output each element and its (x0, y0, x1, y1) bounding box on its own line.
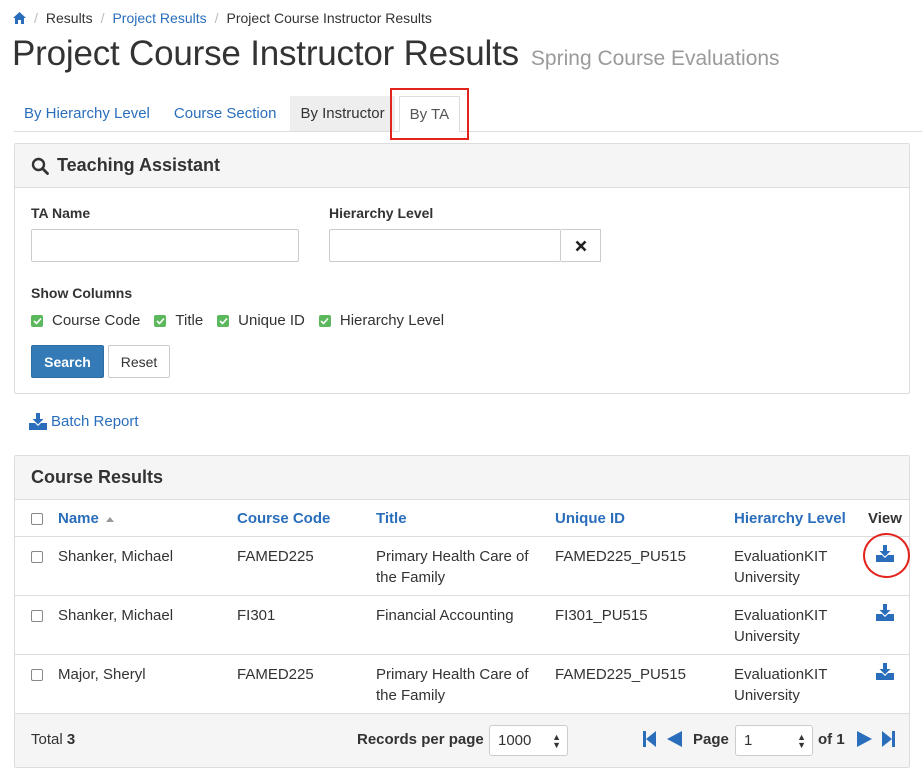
last-page-icon[interactable] (882, 731, 895, 747)
select-all-checkbox[interactable] (31, 513, 43, 525)
reset-button[interactable]: Reset (108, 345, 170, 378)
breadcrumb-separator: / (214, 10, 219, 26)
cell-course-code: FI301 (237, 607, 276, 624)
records-per-page-select[interactable]: 1000 ▲ ▼ (489, 725, 568, 756)
page-select[interactable]: 1 ▲ ▼ (735, 725, 813, 756)
batch-report-link[interactable]: Batch Report (29, 413, 139, 430)
checkbox-checked-icon (154, 314, 167, 327)
tab-by-hierarchy-level[interactable]: By Hierarchy Level (14, 96, 160, 131)
next-page-icon[interactable] (857, 731, 872, 747)
column-label-hierarchy-level: Hierarchy Level (339, 312, 445, 329)
breadcrumb-current: Project Course Instructor Results (226, 10, 432, 26)
show-columns-label: Show Columns (31, 285, 133, 301)
cell-title: Primary Health Care of the Family (376, 548, 529, 586)
total-count: Total 3 (31, 731, 76, 748)
cell-hierarchy-level: EvaluationKIT University (734, 548, 828, 586)
cell-course-code: FAMED225 (237, 666, 314, 683)
column-header-name-label: Name (58, 510, 99, 527)
cell-hierarchy-level: EvaluationKIT University (734, 607, 828, 645)
first-page-icon[interactable] (643, 731, 656, 747)
page-total: of 1 (818, 731, 845, 748)
breadcrumb-project-results[interactable]: Project Results (112, 10, 206, 26)
search-button[interactable]: Search (31, 345, 104, 378)
breadcrumb-separator: / (34, 10, 38, 26)
column-checkbox-course-code[interactable]: Course Code (31, 312, 140, 329)
times-icon (575, 240, 586, 251)
records-per-page-value: 1000 (498, 732, 532, 749)
prev-page-icon[interactable] (667, 731, 682, 747)
column-label-course-code: Course Code (52, 312, 141, 329)
table-row: Major, Sheryl FAMED225 Primary Health Ca… (15, 655, 909, 714)
column-checkbox-unique-id[interactable]: Unique ID (217, 312, 305, 329)
column-label-unique-id: Unique ID (238, 312, 305, 329)
row-checkbox[interactable] (31, 551, 43, 563)
column-header-unique-id[interactable]: Unique ID (555, 510, 625, 527)
cell-unique-id: FAMED225_PU515 (555, 666, 686, 683)
course-results-header: Course Results (15, 456, 909, 500)
checkbox-checked-icon (217, 314, 230, 327)
breadcrumb: / Results / Project Results / Project Co… (12, 8, 432, 28)
cell-hierarchy-level: EvaluationKIT University (734, 666, 828, 704)
table-row: Shanker, Michael FAMED225 Primary Health… (15, 537, 909, 596)
tab-highlight-annotation (390, 88, 469, 140)
course-results-panel: Course Results Name Course Code Title Un… (14, 455, 910, 768)
cell-unique-id: FI301_PU515 (555, 607, 648, 624)
ta-name-input[interactable] (31, 229, 299, 262)
course-results-title: Course Results (31, 467, 164, 487)
download-icon (29, 413, 47, 430)
cell-name: Shanker, Michael (58, 607, 174, 624)
page-title: Project Course Instructor Results (12, 34, 519, 73)
search-panel: Teaching Assistant TA Name Hierarchy Lev… (14, 143, 910, 394)
show-columns-options: Course Code Title Unique ID Hierarchy Le… (31, 312, 458, 329)
column-header-view: View (868, 510, 902, 527)
search-icon (31, 157, 49, 175)
cell-course-code: FAMED225 (237, 548, 314, 565)
title-row: Project Course Instructor Results Spring… (12, 34, 780, 74)
page-value: 1 (744, 732, 753, 749)
cell-name: Shanker, Michael (58, 548, 174, 565)
download-icon[interactable] (876, 663, 894, 685)
hierarchy-level-input[interactable] (329, 229, 561, 262)
records-per-page-label: Records per page (357, 731, 484, 748)
search-panel-header: Teaching Assistant (15, 144, 909, 188)
column-header-hierarchy-level[interactable]: Hierarchy Level (734, 510, 846, 527)
column-checkbox-title[interactable]: Title (154, 312, 203, 329)
download-icon[interactable] (876, 604, 894, 626)
home-icon[interactable] (12, 11, 26, 25)
checkbox-checked-icon (31, 314, 43, 327)
table-header: Name Course Code Title Unique ID Hierarc… (15, 500, 909, 537)
cell-unique-id: FAMED225_PU515 (555, 548, 686, 565)
ta-name-label: TA Name (31, 205, 91, 221)
column-header-title[interactable]: Title (376, 510, 407, 527)
page-subtitle: Spring Course Evaluations (530, 47, 780, 70)
column-header-name[interactable]: Name (58, 510, 115, 527)
checkbox-checked-icon (318, 314, 331, 327)
select-arrows-icon: ▲ ▼ (552, 732, 561, 750)
cell-title: Primary Health Care of the Family (376, 666, 529, 704)
sort-asc-icon (106, 517, 115, 522)
tab-course-section[interactable]: Course Section (164, 96, 287, 131)
row-checkbox[interactable] (31, 669, 43, 681)
column-checkbox-hierarchy-level[interactable]: Hierarchy Level (318, 312, 445, 329)
hierarchy-level-label: Hierarchy Level (329, 205, 434, 221)
clear-hierarchy-button[interactable] (561, 229, 601, 262)
page-label: Page (693, 731, 729, 748)
column-header-course-code[interactable]: Course Code (237, 510, 330, 527)
breadcrumb-results: Results (45, 10, 93, 26)
tab-by-instructor[interactable]: By Instructor (290, 96, 395, 131)
batch-report-label: Batch Report (51, 413, 139, 430)
row-checkbox[interactable] (31, 610, 43, 622)
table-row: Shanker, Michael FI301 Financial Account… (15, 596, 909, 655)
cell-name: Major, Sheryl (58, 666, 146, 683)
breadcrumb-separator: / (100, 10, 105, 26)
table-footer: Total 3 Records per page 1000 ▲ ▼ Page 1 … (15, 713, 909, 767)
select-arrows-icon: ▲ ▼ (797, 732, 806, 750)
cell-title: Financial Accounting (376, 607, 514, 624)
column-label-title: Title (175, 312, 204, 329)
view-highlight-annotation (863, 533, 910, 578)
search-panel-title: Teaching Assistant (57, 155, 221, 175)
